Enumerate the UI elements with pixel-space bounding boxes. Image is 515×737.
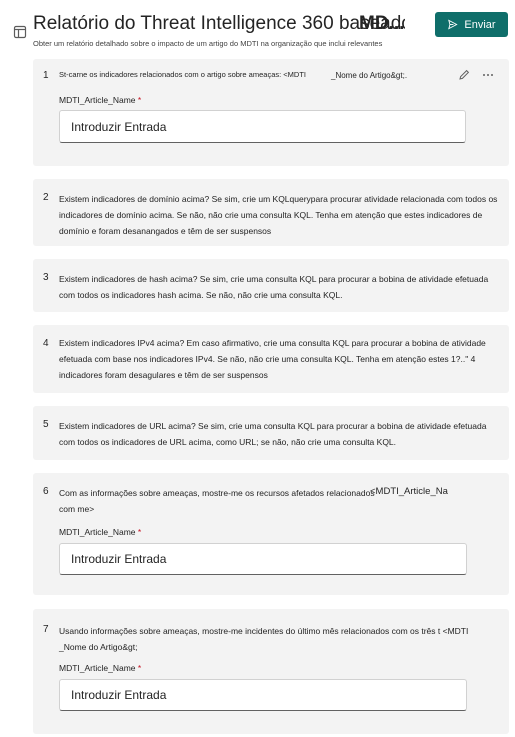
prompt-number: 3: [43, 272, 49, 283]
field-label: MDTI_Article_Name *: [59, 527, 141, 537]
article-name-input[interactable]: [59, 679, 467, 711]
prompt-number: 4: [43, 338, 49, 349]
prompt-card-2: 2 Existem indicadores de domínio acima? …: [33, 179, 509, 246]
required-mark: *: [137, 663, 142, 673]
prompt-text: St-carne os indicadores relacionados com…: [59, 70, 306, 79]
article-name-input[interactable]: [59, 543, 467, 575]
page-title-overlay: MD...: [359, 13, 405, 34]
prompt-text-overlay: <MDTI_Article_Na: [370, 486, 448, 497]
field-label-text: MDTI_Article_Name: [59, 95, 136, 105]
prompt-number: 7: [43, 624, 49, 635]
prompt-card-1: 1 St-carne os indicadores relacionados c…: [33, 59, 509, 166]
header: Relatório do Threat Intelligence 360 bas…: [0, 0, 515, 56]
article-name-input[interactable]: [59, 110, 466, 143]
page-title-text: Relatório do Threat Intelligence 360 bas…: [33, 13, 405, 34]
prompt-card-7: 7 Usando informações sobre ameaças, most…: [33, 609, 509, 734]
prompt-number: 1: [43, 70, 49, 81]
prompt-text: Existem indicadores de hash acima? Se si…: [59, 274, 489, 300]
field-label-text: MDTI_Article_Name: [59, 527, 136, 537]
field-label: MDTI_Article_Name *: [59, 663, 141, 673]
prompt-text: Existem indicadores de URL acima? Se sim…: [59, 421, 487, 447]
field-label-text: MDTI_Article_Name: [59, 663, 136, 673]
prompt-text: Existem indicadores de domínio acima? Se…: [59, 194, 498, 236]
prompt-number: 6: [43, 486, 49, 497]
prompt-card-4: 4 Existem indicadores IPv4 acima? Em cas…: [33, 325, 509, 393]
prompt-text: Com as informações sobre ameaças, mostre…: [59, 488, 375, 514]
pencil-icon[interactable]: [457, 68, 471, 82]
send-icon: [448, 19, 459, 30]
required-mark: *: [137, 527, 142, 537]
prompt-text: Existem indicadores IPv4 acima? Em caso …: [59, 338, 486, 380]
send-button-label: Enviar: [464, 18, 496, 31]
prompt-text: Usando informações sobre ameaças, mostre…: [59, 626, 469, 652]
prompt-number: 2: [43, 192, 49, 203]
required-mark: *: [137, 95, 142, 105]
more-options-icon[interactable]: [481, 68, 495, 82]
send-button[interactable]: Enviar: [435, 12, 508, 37]
prompt-text-overlay: _Nome do Artigo&gt;.: [331, 71, 408, 80]
page-title: Relatório do Threat Intelligence 360 bas…: [33, 12, 405, 36]
field-label: MDTI_Article_Name *: [59, 95, 141, 105]
prompt-card-3: 3 Existem indicadores de hash acima? Se …: [33, 259, 509, 312]
prompt-card-5: 5 Existem indicadores de URL acima? Se s…: [33, 406, 509, 460]
prompt-number: 5: [43, 419, 49, 430]
prompt-card-6: 6 Com as informações sobre ameaças, most…: [33, 473, 509, 595]
book-icon: [12, 24, 28, 40]
page-subtitle: Obter um relatório detalhado sobre o imp…: [33, 39, 383, 48]
